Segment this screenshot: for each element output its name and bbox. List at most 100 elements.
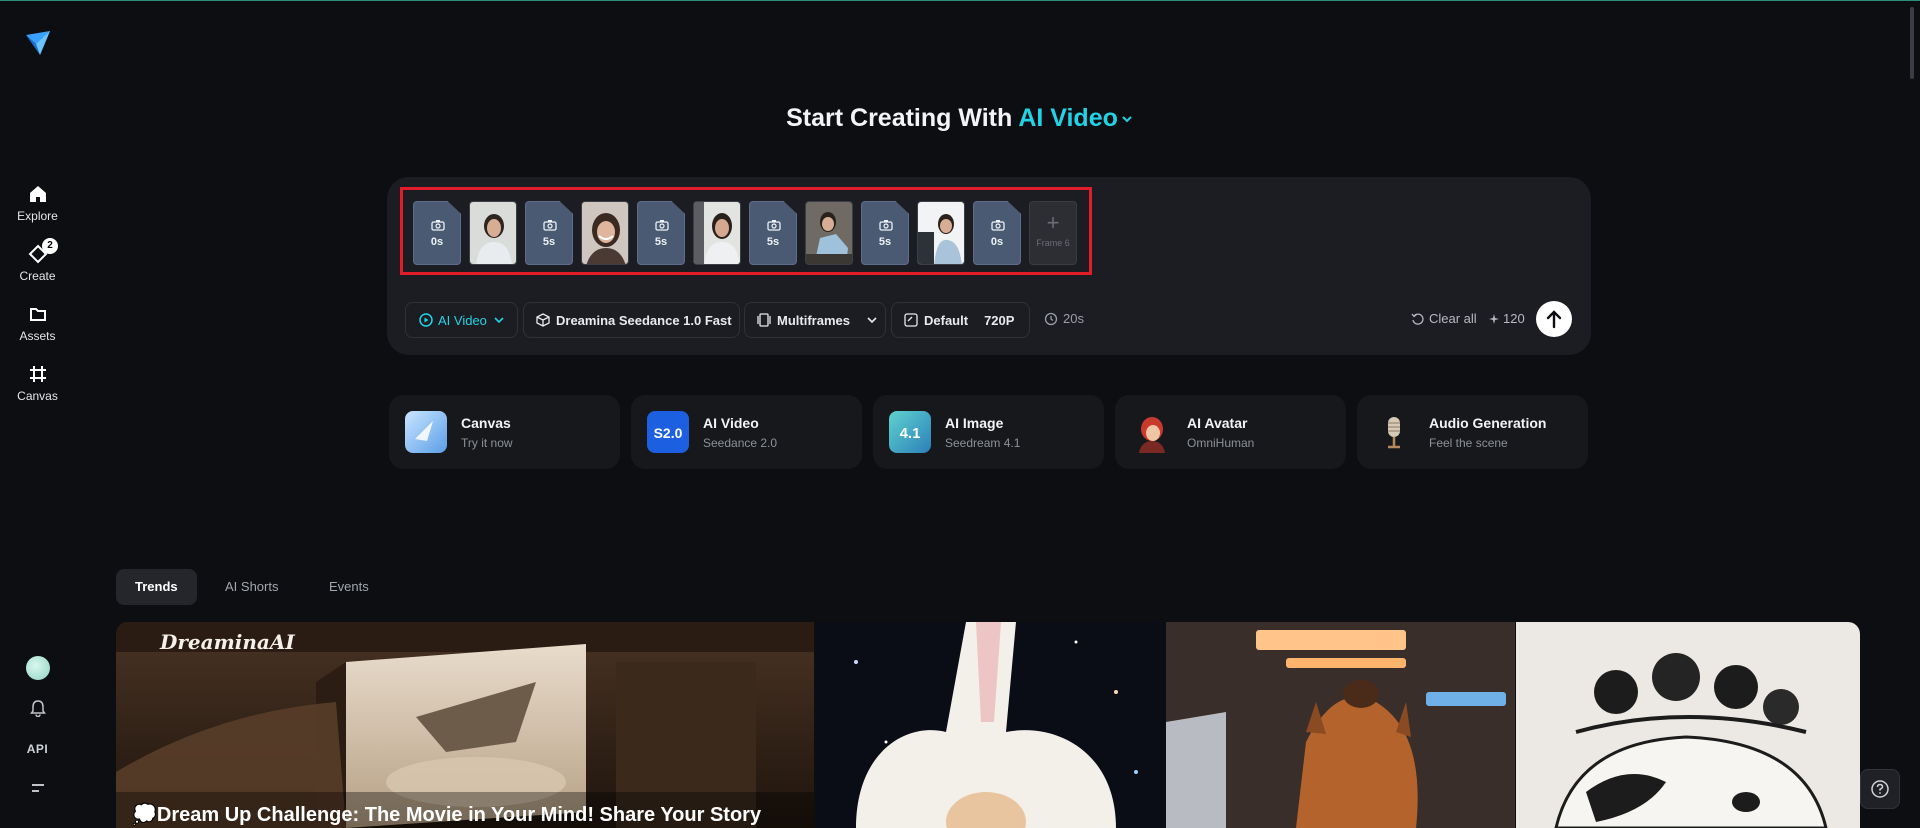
credits-value: 120	[1503, 311, 1525, 326]
add-frame-button[interactable]: + Frame 6	[1029, 201, 1077, 265]
frame-duration-slot[interactable]: 0s	[413, 201, 461, 265]
mode-selector[interactable]: AI Video	[1018, 104, 1134, 132]
duration-label: 20s	[1063, 311, 1084, 326]
user-avatar-button[interactable]	[0, 656, 75, 680]
svg-text:4.1: 4.1	[900, 425, 921, 442]
api-label: API	[26, 742, 49, 756]
menu-icon	[31, 784, 44, 792]
card-subtitle: Feel the scene	[1429, 436, 1508, 450]
home-icon	[29, 186, 46, 202]
frame-duration: 0s	[430, 236, 444, 248]
bunny-costume-image	[816, 622, 1165, 828]
frame-image[interactable]	[917, 201, 965, 265]
clear-all-button[interactable]: Clear all	[1411, 311, 1477, 326]
help-button[interactable]	[1860, 769, 1900, 809]
sidebar-item-create[interactable]: 2 Create	[0, 238, 75, 283]
camera-icon	[431, 220, 445, 231]
horse-office-image	[1166, 622, 1515, 828]
sidebar-item-label: Assets	[19, 329, 56, 343]
frame-duration-slot[interactable]: 5s	[749, 201, 797, 265]
canvas-thumbnail	[405, 411, 447, 453]
featured-title: 💭Dream Up Challenge: The Movie in Your M…	[132, 804, 762, 826]
gallery-card[interactable]	[816, 622, 1165, 828]
card-title: Audio Generation	[1429, 415, 1547, 431]
frame-duration: 5s	[542, 236, 556, 248]
frame-duration-slot[interactable]: 5s	[525, 201, 573, 265]
card-subtitle: Seedance 2.0	[703, 436, 778, 450]
resolution-label: 720P	[984, 312, 1015, 328]
menu-button[interactable]	[0, 781, 75, 800]
clock-icon	[1044, 312, 1058, 325]
sidebar-item-explore[interactable]: Explore	[0, 183, 75, 223]
chevron-down-icon	[867, 317, 877, 324]
model-selector[interactable]: Dreamina Seedance 1.0 Fast	[523, 302, 740, 338]
tab-trends[interactable]: Trends	[116, 569, 197, 605]
microphone-thumbnail	[1373, 411, 1415, 453]
portrait-thumbnail	[918, 202, 964, 264]
frame-image[interactable]	[693, 201, 741, 265]
tool-card-ai-image[interactable]: 4.1 AI Image Seedream 4.1	[873, 395, 1104, 469]
add-frame-label: Frame 6	[1036, 238, 1070, 248]
frame-duration: 5s	[654, 236, 668, 248]
ai-video-thumbnail: S2.0	[647, 411, 689, 453]
cow-ink-image	[1516, 622, 1860, 828]
sidebar-item-label: Create	[19, 269, 56, 283]
tool-card-audio-generation[interactable]: Audio Generation Feel the scene	[1357, 395, 1588, 469]
clear-all-label: Clear all	[1429, 311, 1477, 326]
tab-ai-shorts[interactable]: AI Shorts	[206, 569, 297, 605]
tool-card-canvas[interactable]: Canvas Try it now	[389, 395, 620, 469]
tab-events[interactable]: Events	[310, 569, 388, 605]
frame-duration: 5s	[878, 236, 892, 248]
sparkle-icon	[1489, 313, 1499, 324]
frame-image[interactable]	[581, 201, 629, 265]
frame-duration-slot[interactable]: 0s	[973, 201, 1021, 265]
frame-image[interactable]	[805, 201, 853, 265]
plus-icon: +	[1046, 210, 1060, 235]
frame-duration-slot[interactable]: 5s	[861, 201, 909, 265]
scrollbar[interactable]	[1910, 7, 1914, 79]
frame-duration-slot[interactable]: 5s	[637, 201, 685, 265]
gallery-featured-card[interactable]: DreaminaAI 💭Dream Up Challenge: The Movi…	[116, 622, 814, 828]
portrait-thumbnail	[582, 202, 628, 264]
tool-card-ai-avatar[interactable]: AI Avatar OmniHuman	[1115, 395, 1346, 469]
bell-icon	[29, 700, 46, 718]
ai-image-thumbnail: 4.1	[889, 411, 931, 453]
card-title: AI Image	[945, 415, 1004, 431]
frames-mode-dropdown[interactable]: Multiframes	[744, 302, 886, 338]
credits-display: 120	[1489, 311, 1525, 326]
frames-mode-label: Multiframes	[777, 312, 850, 328]
page-title: Start Creating With AI Video	[0, 104, 1920, 133]
mode-dropdown[interactable]: AI Video	[405, 302, 518, 338]
aspect-resolution-selector[interactable]: Default 720P	[891, 302, 1030, 338]
aspect-label: Default	[924, 312, 969, 328]
gallery-card[interactable]	[1166, 622, 1515, 828]
portrait-thumbnail	[694, 202, 740, 264]
frame-duration: 0s	[990, 236, 1004, 248]
camera-icon	[991, 220, 1005, 231]
api-link[interactable]: API	[0, 740, 75, 758]
folder-icon	[29, 308, 46, 321]
reset-icon	[1411, 313, 1424, 325]
camera-icon	[879, 220, 893, 231]
notification-badge: 2	[42, 238, 58, 254]
card-subtitle: Try it now	[461, 436, 513, 450]
notifications-button[interactable]	[0, 699, 75, 722]
mode-label: AI Video	[1018, 104, 1118, 132]
sidebar-item-canvas[interactable]: Canvas	[0, 363, 75, 403]
card-subtitle: Seedream 4.1	[945, 436, 1021, 450]
frame-image[interactable]	[469, 201, 517, 265]
ai-avatar-thumbnail	[1131, 411, 1173, 453]
frame-duration: 5s	[766, 236, 780, 248]
tool-card-ai-video[interactable]: S2.0 AI Video Seedance 2.0	[631, 395, 862, 469]
mode-dropdown-label: AI Video	[438, 312, 487, 328]
chevron-down-icon	[1122, 116, 1132, 123]
gallery-card[interactable]	[1516, 622, 1860, 828]
camera-icon	[543, 220, 557, 231]
generate-button[interactable]	[1536, 301, 1572, 337]
dreamina-logo[interactable]	[24, 29, 52, 57]
help-icon	[1871, 780, 1889, 798]
sidebar-item-label: Explore	[17, 209, 58, 223]
duration-selector[interactable]: 20s	[1044, 311, 1084, 326]
sidebar-item-assets[interactable]: Assets	[0, 303, 75, 343]
camera-icon	[655, 220, 669, 231]
